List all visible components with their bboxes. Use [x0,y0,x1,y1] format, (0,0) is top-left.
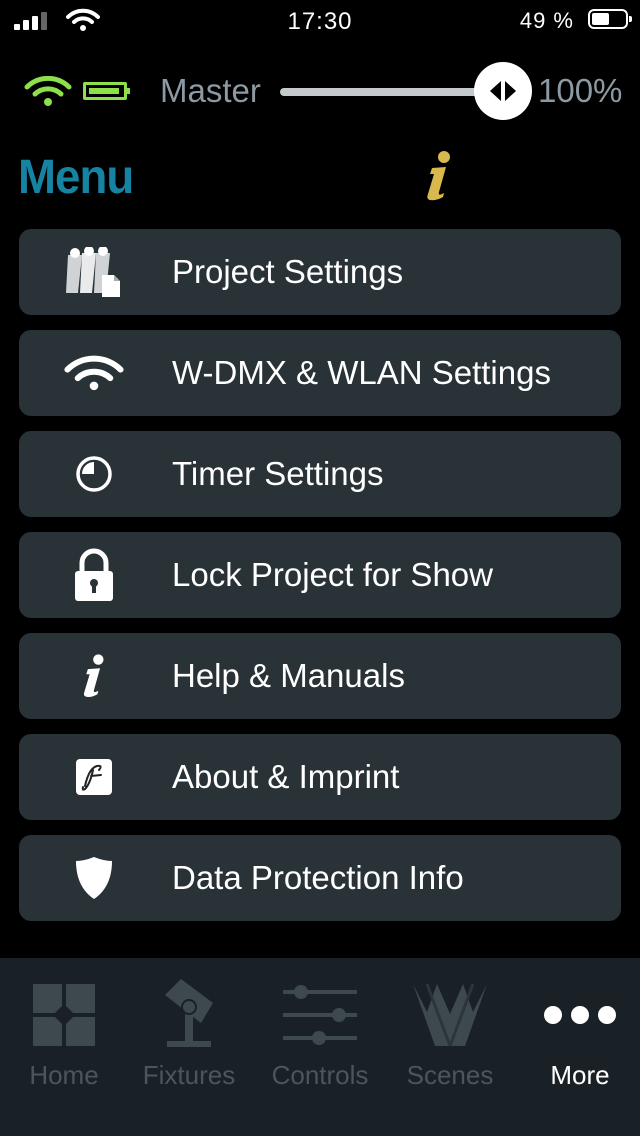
lock-icon [64,545,124,605]
more-dots-icon [516,980,640,1050]
menu-item-data-protection[interactable]: Data Protection Info [19,835,621,921]
master-value: 100% [538,72,623,109]
master-slider-handle[interactable] [474,62,532,120]
menu-item-about-imprint[interactable]: About & Imprint [19,734,621,820]
tab-more[interactable]: More [516,958,640,1136]
wifi-icon [24,76,72,106]
menu-list: Project Settings W-DMX & WLAN Settings T… [19,229,621,936]
menu-item-wdmx-wlan-settings[interactable]: W-DMX & WLAN Settings [19,330,621,416]
page-title: Menu [18,151,134,204]
home-grid-icon [0,980,128,1050]
tab-label: Controls [271,1060,369,1090]
battery-icon [588,9,632,29]
info-icon[interactable] [424,150,454,202]
menu-item-help-manuals[interactable]: Help & Manuals [19,633,621,719]
menu-item-label: Project Settings [172,253,404,290]
menu-item-project-settings[interactable]: Project Settings [19,229,621,315]
tab-fixtures[interactable]: Fixtures [125,958,253,1136]
info-icon [64,646,124,706]
left-right-arrows-icon [490,81,516,101]
tab-scenes[interactable]: Scenes [386,958,514,1136]
menu-item-lock-project[interactable]: Lock Project for Show [19,532,621,618]
menu-item-label: About & Imprint [172,758,400,795]
battery-percent: 49 % [519,8,574,33]
scenes-icon [386,980,514,1050]
tab-label: More [550,1060,610,1090]
menu-item-label: Data Protection Info [172,859,464,896]
wifi-icon [64,343,124,403]
shield-icon [64,848,124,908]
tab-label: Home [29,1060,99,1090]
tab-label: Scenes [406,1060,494,1090]
fixtures-document-icon [64,242,124,302]
status-bar: 17:30 49 % [0,0,640,44]
menu-item-timer-settings[interactable]: Timer Settings [19,431,621,517]
sliders-icon [256,980,384,1050]
master-label: Master [160,72,261,109]
menu-item-label: Lock Project for Show [172,556,493,593]
tab-controls[interactable]: Controls [256,958,384,1136]
tab-home[interactable]: Home [0,958,128,1136]
fixture-icon [125,979,253,1050]
menu-item-label: W-DMX & WLAN Settings [172,354,551,391]
tab-label: Fixtures [142,1060,236,1090]
battery-icon [83,82,130,100]
tab-bar: Home Fixtures Controls Scenes More [0,958,640,1136]
menu-item-label: Timer Settings [172,455,384,492]
menu-item-label: Help & Manuals [172,657,405,694]
signature-icon [64,747,124,807]
master-bar: Master 100% [0,60,640,124]
clock-icon [64,444,124,504]
